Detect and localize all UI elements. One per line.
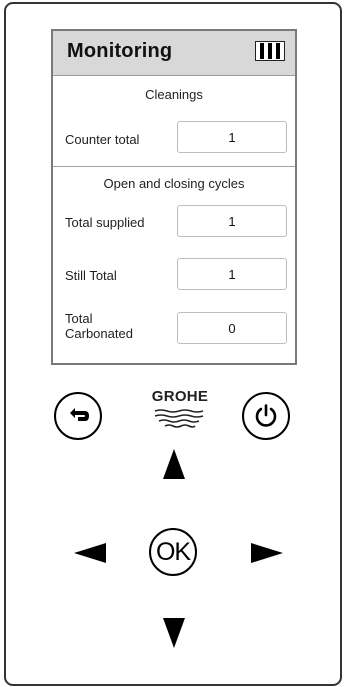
total-carbonated-value: 0 bbox=[177, 312, 287, 344]
counter-total-value: 1 bbox=[177, 121, 287, 153]
power-icon bbox=[255, 404, 277, 427]
water-waves-icon bbox=[154, 409, 204, 428]
right-arrow-icon[interactable] bbox=[251, 543, 283, 563]
up-arrow-icon[interactable] bbox=[163, 449, 185, 479]
section-divider bbox=[53, 166, 295, 167]
screen-header: Monitoring bbox=[53, 31, 295, 76]
total-supplied-value: 1 bbox=[177, 205, 287, 237]
left-arrow-icon[interactable] bbox=[74, 543, 106, 563]
still-total-value: 1 bbox=[177, 258, 287, 290]
ok-button[interactable]: OK bbox=[149, 528, 197, 576]
back-button[interactable] bbox=[54, 392, 102, 440]
power-button[interactable] bbox=[242, 392, 290, 440]
section-title-cleanings: Cleanings bbox=[145, 87, 203, 102]
battery-icon bbox=[255, 41, 285, 61]
down-arrow-icon[interactable] bbox=[163, 618, 185, 648]
grohe-logo: GROHE bbox=[143, 388, 217, 430]
back-arrow-icon bbox=[70, 408, 89, 421]
still-total-label: Still Total bbox=[65, 268, 117, 283]
counter-total-label: Counter total bbox=[65, 132, 140, 147]
section-title-cycles: Open and closing cycles bbox=[103, 176, 245, 191]
total-supplied-label: Total supplied bbox=[65, 215, 145, 230]
total-carbonated-label: Total Carbonated bbox=[65, 311, 133, 341]
ok-label: OK bbox=[155, 537, 191, 566]
display-screen: Monitoring Cleanings Counter total 1 Ope… bbox=[51, 29, 297, 365]
page-title: Monitoring bbox=[67, 40, 173, 62]
logo-text: GROHE bbox=[151, 388, 209, 405]
remote-control-device: Monitoring Cleanings Counter total 1 Ope… bbox=[4, 2, 342, 686]
